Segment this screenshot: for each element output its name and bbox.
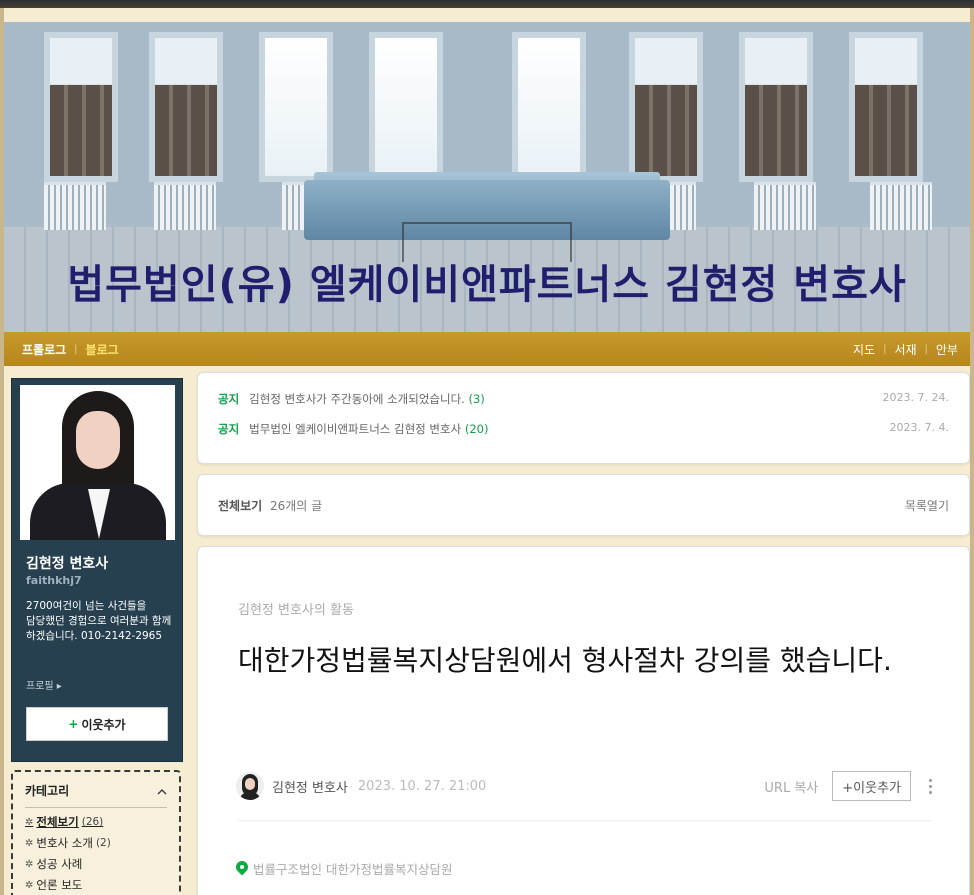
menu-map[interactable]: 지도 <box>853 341 875 358</box>
menu-library[interactable]: 서재 <box>894 341 916 358</box>
category-item-label: 성공 사례 <box>36 857 83 871</box>
post-divider <box>238 820 931 821</box>
banner-radiator <box>44 182 106 230</box>
post-place-name: 법률구조법인 대한가정법률복지상담원 <box>253 862 453 877</box>
more-dot <box>929 784 932 788</box>
post-list-count: 26개의 글 <box>270 498 323 513</box>
window-top-frame <box>0 0 974 8</box>
post-place[interactable]: 법률구조법인 대한가정법률복지상담원 <box>236 859 452 878</box>
category-header[interactable]: 카테고리 <box>25 782 167 799</box>
more-dot <box>929 790 932 794</box>
avatar-face <box>245 778 255 790</box>
notice-date: 2023. 7. 24. <box>882 391 949 404</box>
post-container: 김현정 변호사의 활동 대한가정법률복지상담원에서 형사절차 강의를 했습니다.… <box>197 546 970 895</box>
notice-box: 공지 김현정 변호사가 주간동아에 소개되었습니다. (3) 2023. 7. … <box>197 372 970 464</box>
banner-window <box>369 32 443 182</box>
menu-prologue[interactable]: 프롤로그 <box>22 341 66 358</box>
notice-comment-count[interactable]: (3) <box>468 392 484 406</box>
menu-blog[interactable]: 블로그 <box>86 341 119 358</box>
banner-window <box>44 32 118 182</box>
profile-card: 김현정 변호사 faithkhj7 2700여건이 넘는 사건들을 담당했던 경… <box>11 378 183 762</box>
banner-window <box>259 32 333 182</box>
notice-left: 공지 김현정 변호사가 주간동아에 소개되었습니다. (3) <box>218 391 485 407</box>
category-item-all[interactable]: ✲ 전체보기 (26) <box>25 814 167 830</box>
post-actions: URL 복사 +이웃추가 <box>764 771 936 801</box>
menu-guestbook[interactable]: 안부 <box>936 341 958 358</box>
avatar-jacket <box>239 792 261 800</box>
post-list-summary: 전체보기 26개의 글 <box>218 497 322 514</box>
banner-window <box>149 32 223 182</box>
post-date: 2023. 10. 27. 21:00 <box>357 778 487 794</box>
gear-bullet-icon: ✲ <box>25 837 34 849</box>
category-title: 카테고리 <box>25 784 70 798</box>
notice-tag: 공지 <box>218 392 240 406</box>
chevron-up-icon[interactable] <box>157 784 167 798</box>
banner-window <box>629 32 703 182</box>
menu-separator: | <box>74 343 78 355</box>
category-item-label: 변호사 소개 <box>36 836 93 850</box>
gear-bullet-icon: ✲ <box>25 879 34 891</box>
post-title: 대한가정법률복지상담원에서 형사절차 강의를 했습니다. <box>238 644 892 677</box>
url-copy-button[interactable]: URL 복사 <box>764 777 818 796</box>
notice-title-wrap: 법무법인 엘케이비앤파트너스 김현정 변호사 (20) <box>249 421 488 437</box>
blog-title[interactable]: 법무법인(유) 엘케이비앤파트너스 김현정 변호사 <box>4 252 970 310</box>
banner-window <box>512 32 586 182</box>
blog-menu-right: 지도 | 서재 | 안부 <box>853 341 958 358</box>
more-dot <box>929 778 932 782</box>
post-author[interactable]: 김현정 변호사 <box>272 777 348 796</box>
category-item-count: (26) <box>81 816 104 828</box>
map-pin-icon <box>236 861 248 877</box>
gear-bullet-icon: ✲ <box>25 858 34 870</box>
banner-radiator <box>754 182 816 230</box>
notice-title-wrap: 김현정 변호사가 주간동아에 소개되었습니다. (3) <box>249 391 485 407</box>
category-item-lawyer-intro[interactable]: ✲ 변호사 소개 (2) <box>25 835 167 851</box>
category-item-success-cases[interactable]: ✲ 성공 사례 <box>25 856 167 872</box>
category-divider <box>25 807 167 808</box>
notice-row[interactable]: 공지 법무법인 엘케이비앤파트너스 김현정 변호사 (20) 2023. 7. … <box>218 421 949 437</box>
category-item-count: (2) <box>95 837 111 849</box>
profile-photo-face <box>76 411 120 469</box>
menu-separator: | <box>883 343 887 355</box>
notice-title[interactable]: 김현정 변호사가 주간동아에 소개되었습니다. <box>249 392 465 406</box>
add-neighbor-button[interactable]: + 이웃추가 <box>26 707 168 741</box>
category-item-label: 언론 보도 <box>36 878 83 892</box>
blog-header-banner: 법무법인(유) 엘케이비앤파트너스 김현정 변호사 <box>4 22 970 332</box>
add-neighbor-label: 이웃추가 <box>81 717 126 732</box>
blog-menu-bar: 프롤로그 | 블로그 지도 | 서재 | 안부 <box>4 332 970 366</box>
post-category[interactable]: 김현정 변호사의 활동 <box>238 599 354 618</box>
more-options-icon[interactable] <box>925 777 936 796</box>
post-meta: 김현정 변호사 2023. 10. 27. 21:00 URL 복사 +이웃추가 <box>236 769 936 803</box>
post-add-neighbor-button[interactable]: +이웃추가 <box>832 771 911 801</box>
profile-photo[interactable] <box>20 385 175 540</box>
banner-window <box>739 32 813 182</box>
banner-window <box>849 32 923 182</box>
banner-radiator <box>154 182 216 230</box>
post-list-toggle-button[interactable]: 목록열기 <box>905 497 949 514</box>
category-item-label: 전체보기 <box>36 815 79 829</box>
profile-id: faithkhj7 <box>26 574 82 587</box>
menu-separator: | <box>924 343 928 355</box>
notice-tag: 공지 <box>218 422 240 436</box>
profile-link[interactable]: 프로필 ▸ <box>26 677 62 692</box>
post-list-bar: 전체보기 26개의 글 목록열기 <box>197 474 970 536</box>
blog-menu-left: 프롤로그 | 블로그 <box>22 341 119 358</box>
gear-bullet-icon: ✲ <box>25 816 34 828</box>
category-box: 카테고리 ✲ 전체보기 (26) ✲ 변호사 소개 (2) ✲ 성공 사례 ✲ … <box>11 770 181 895</box>
category-item-press[interactable]: ✲ 언론 보도 <box>25 877 167 893</box>
plus-icon: + <box>68 717 79 731</box>
notice-comment-count[interactable]: (20) <box>465 422 489 436</box>
author-avatar[interactable] <box>236 772 264 800</box>
profile-description: 2700여건이 넘는 사건들을 담당했던 경험으로 여러분과 함께 하겠습니다.… <box>26 600 172 642</box>
notice-title[interactable]: 법무법인 엘케이비앤파트너스 김현정 변호사 <box>249 422 461 436</box>
profile-name: 김현정 변호사 <box>26 556 109 572</box>
notice-row[interactable]: 공지 김현정 변호사가 주간동아에 소개되었습니다. (3) 2023. 7. … <box>218 391 949 407</box>
post-list-label: 전체보기 <box>218 498 263 513</box>
notice-date: 2023. 7. 4. <box>889 421 949 434</box>
notice-left: 공지 법무법인 엘케이비앤파트너스 김현정 변호사 (20) <box>218 421 488 437</box>
banner-radiator <box>870 182 932 230</box>
